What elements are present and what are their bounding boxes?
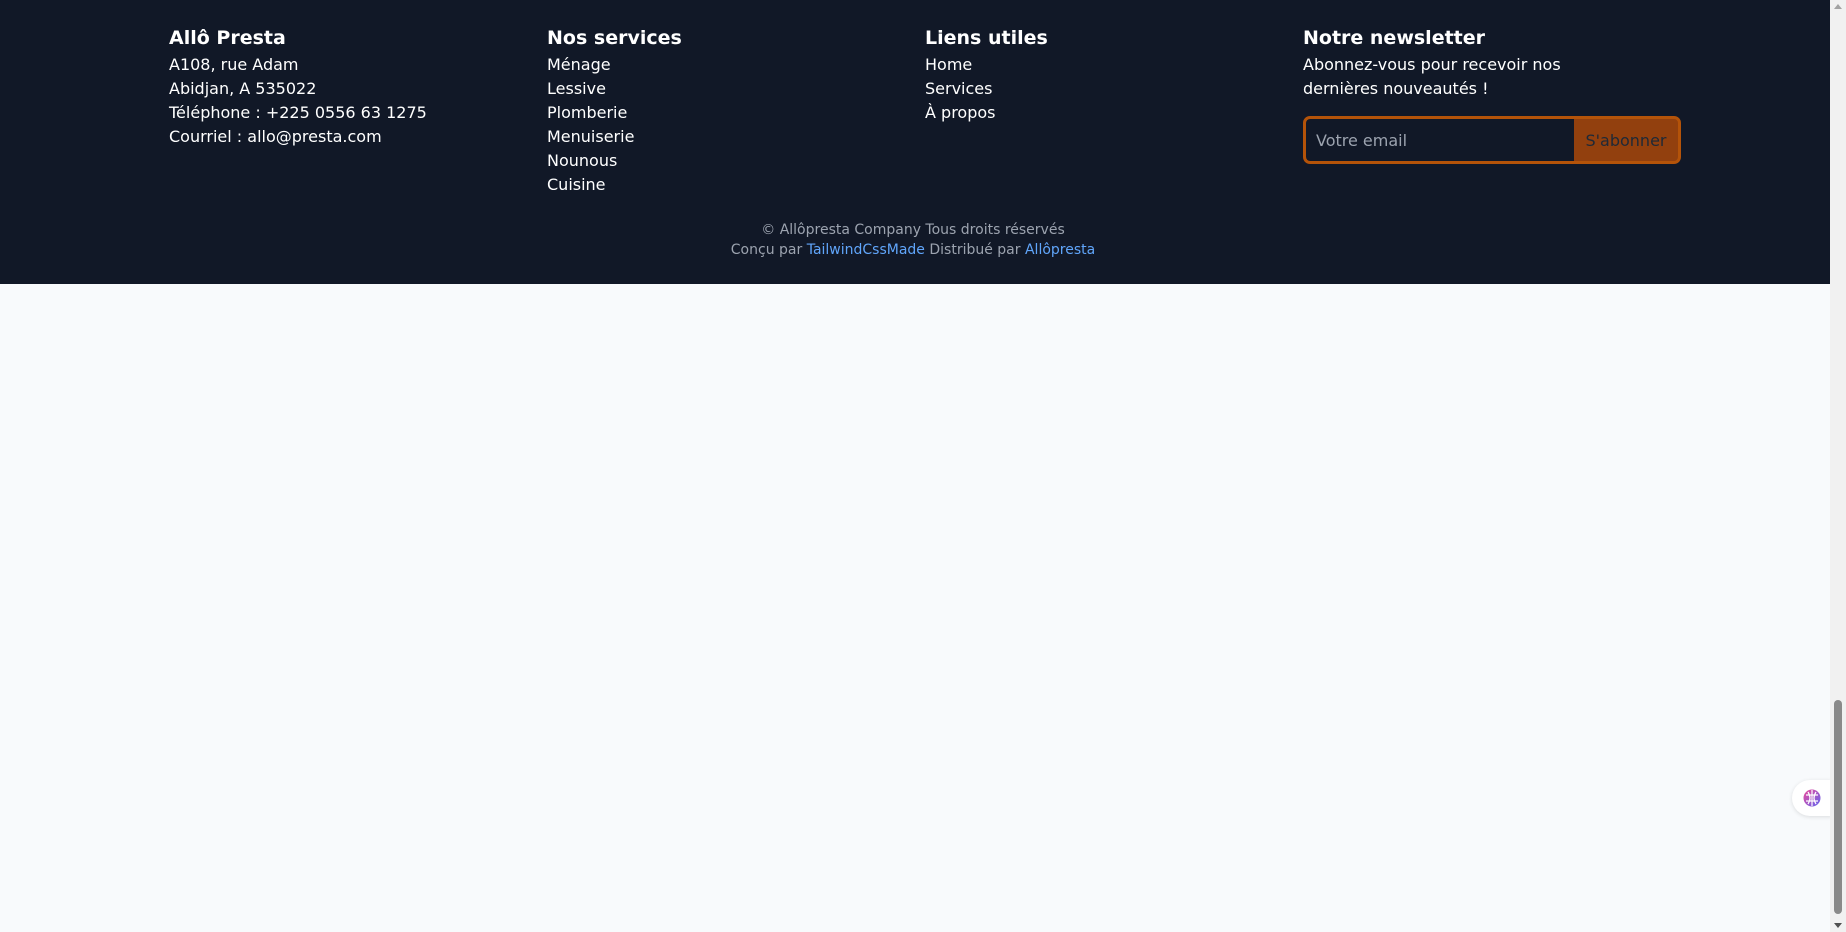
links-title: Liens utiles xyxy=(925,27,1048,49)
brain-icon xyxy=(1803,789,1821,807)
services-title: Nos services xyxy=(547,27,682,49)
newsletter-form: S'abonner xyxy=(1303,116,1681,164)
phone-text: Téléphone : +225 0556 63 1275 xyxy=(169,103,427,122)
address-line-1: A108, rue Adam xyxy=(169,55,299,74)
floating-assistant-button[interactable] xyxy=(1792,780,1832,816)
footer-services-column: Nos services Ménage Lessive Plomberie Me… xyxy=(547,26,907,197)
scrollbar-thumb[interactable] xyxy=(1834,700,1842,914)
footer-company-column: Allô Presta A108, rue Adam Abidjan, A 53… xyxy=(169,26,529,149)
company-title: Allô Presta xyxy=(169,27,286,49)
scroll-down-arrow-icon[interactable] xyxy=(1834,923,1842,928)
site-footer: Allô Presta A108, rue Adam Abidjan, A 53… xyxy=(0,0,1830,284)
link-about[interactable]: À propos xyxy=(925,101,1285,125)
subscribe-button[interactable]: S'abonner xyxy=(1574,119,1678,161)
newsletter-email-input[interactable] xyxy=(1306,119,1574,161)
footer-bottom: © Allôpresta Company Tous droits réservé… xyxy=(0,220,1826,260)
newsletter-title: Notre newsletter xyxy=(1303,27,1486,49)
credits-line: Conçu par TailwindCssMade Distribué par … xyxy=(0,240,1826,260)
footer-links-column: Liens utiles Home Services À propos xyxy=(925,26,1285,125)
service-link-plomberie[interactable]: Plomberie xyxy=(547,101,907,125)
newsletter-description: Abonnez-vous pour recevoir nos dernières… xyxy=(1303,55,1561,98)
distributed-by-label: Distribué par xyxy=(929,242,1021,258)
scroll-up-arrow-icon[interactable] xyxy=(1834,4,1842,9)
distributor-link[interactable]: Allôpresta xyxy=(1025,242,1095,258)
designer-link[interactable]: TailwindCssMade xyxy=(807,242,925,258)
address-line-2: Abidjan, A 535022 xyxy=(169,79,317,98)
footer-newsletter-column: Notre newsletter Abonnez-vous pour recev… xyxy=(1303,26,1683,164)
page: Allô Presta A108, rue Adam Abidjan, A 53… xyxy=(0,0,1846,932)
service-link-menuiserie[interactable]: Menuiserie xyxy=(547,125,907,149)
email-text: Courriel : allo@presta.com xyxy=(169,127,382,146)
copyright-text: © Allôpresta Company Tous droits réservé… xyxy=(761,222,1065,238)
service-link-lessive[interactable]: Lessive xyxy=(547,77,907,101)
designed-by-label: Conçu par xyxy=(730,242,803,258)
vertical-scrollbar[interactable] xyxy=(1830,0,1846,932)
link-services[interactable]: Services xyxy=(925,77,1285,101)
service-link-menage[interactable]: Ménage xyxy=(547,53,907,77)
service-link-nounous[interactable]: Nounous xyxy=(547,149,907,173)
service-link-cuisine[interactable]: Cuisine xyxy=(547,173,907,197)
link-home[interactable]: Home xyxy=(925,53,1285,77)
